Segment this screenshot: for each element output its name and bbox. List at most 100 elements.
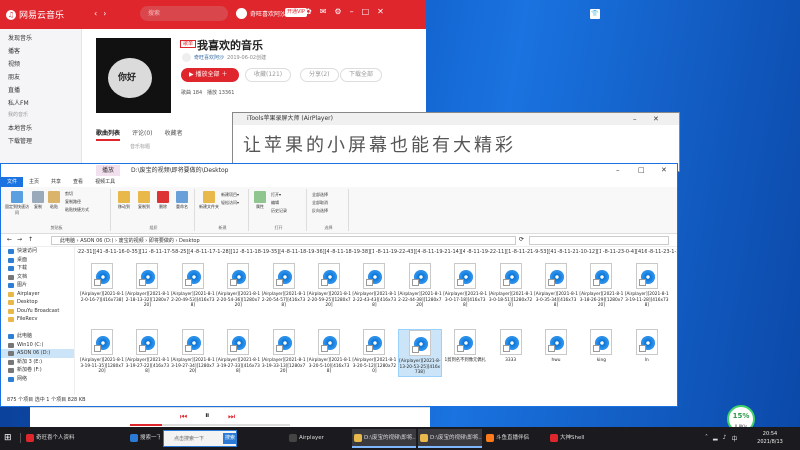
nav-item[interactable]: Win10 (C:) [1,341,74,350]
close-icon[interactable]: ✕ [661,164,667,177]
maximize-icon[interactable]: □ [362,7,370,16]
nav-item[interactable]: FileRecv [1,315,74,324]
close-icon[interactable]: ✕ [377,7,384,16]
file-item[interactable]: [Airplayer][2021-8-12-22-43-43][416x738] [352,263,396,309]
open-button[interactable]: 打开▾ [271,192,281,198]
file-item[interactable]: [Airplayer][2021-8-12-20-54-36][1280x720… [216,263,260,309]
file-item[interactable]: [Airplayer][2021-8-13-19-11-28][416x738] [625,263,669,309]
properties-button[interactable]: 属性 [253,191,267,210]
file-item[interactable]: [Airplayer][2021-8-13-20-5-10][416x738] [307,329,351,375]
pause-icon[interactable]: ⏸ [205,411,210,421]
mail-icon[interactable]: ✉ [320,7,327,16]
forward-button[interactable]: › [103,9,106,18]
file-item[interactable]: [Airplayer][2021-8-12-20-49-53][416x738] [171,263,215,309]
nav-item[interactable]: Desktop [1,298,74,307]
file-name-partial[interactable]: -8-11-18-19-38][1280x720] [330,249,374,255]
move-to-button[interactable]: 移动到 [115,191,133,210]
nav-item[interactable]: 桌面 [1,256,74,265]
forward-arrow-icon[interactable]: → [17,236,22,243]
breadcrumb-item[interactable]: Desktop [179,238,200,244]
playlist-cover[interactable]: 你好 [96,38,171,113]
chevron-up-icon[interactable]: ˄ [705,434,708,443]
new-item-button[interactable]: 新建项目▾ [221,192,239,198]
file-name-partial[interactable]: -8-11-18-19-35][416x738] [240,249,284,255]
paste-button[interactable]: 粘贴 [47,191,61,210]
taskbar-app[interactable]: 斗鱼直播伴侣 [484,429,546,448]
nav-item[interactable]: 网络 [1,375,74,384]
nav-item[interactable]: 新加 3 (E:) [1,358,74,367]
share-button[interactable]: 分享(2) [300,68,339,82]
file-name-partial[interactable]: -8-11-23-0-4][416x738] [603,249,647,255]
refresh-icon[interactable]: ⟳ [519,236,524,243]
file-name-partial[interactable]: -8-11-17-58-25][416x738] [149,249,193,255]
play-all-button[interactable]: ▶ 播放全部 ＋ [181,68,239,82]
up-arrow-icon[interactable]: ↑ [28,236,33,243]
file-item[interactable]: hwu [534,329,578,364]
file-item[interactable]: [Airplayer][2021-8-12-0-16-7][416x738] [80,263,124,303]
history-button[interactable]: 历史记录 [271,208,287,214]
nav-item[interactable]: ASON 06 (D:) [1,349,74,358]
nav-item[interactable]: 图片 [1,281,74,290]
new-folder-button[interactable]: 新建文件夹 [199,191,219,210]
tab-home[interactable]: 主页 [23,177,45,187]
invert-selection-button[interactable]: 反向选择 [312,208,328,214]
creator-avatar[interactable] [182,53,191,62]
close-icon[interactable]: ✕ [653,113,659,125]
taskbar-app[interactable]: 大神Shell [548,429,606,448]
nav-item[interactable]: 文档 [1,273,74,282]
nav-item[interactable]: 新加卷 (F:) [1,366,74,375]
taskbar-search-button[interactable]: 搜索 [223,433,237,444]
download-all-button[interactable]: 下载全部 [340,68,383,82]
sidebar-item[interactable]: 直播 [0,81,81,94]
copy-button[interactable]: 复制 [31,191,45,210]
taskbar-app[interactable]: D:\废宝的视频\即将... [352,429,416,448]
file-name-partial[interactable]: -8-11-17-1-28][1280x720] [194,249,238,255]
volume-icon[interactable]: ♪ [723,434,727,443]
user-name[interactable]: 奇旺喜欢阿沙 [250,9,286,18]
nav-item[interactable]: Airplayer [1,290,74,299]
taskbar-app[interactable]: Airplayer [287,429,349,448]
pin-button[interactable]: 固定到快速访问 [5,191,29,216]
user-profile[interactable]: 奇旺喜欢阿沙 [236,8,286,19]
file-item[interactable]: [Airplayer][2021-8-12-20-59-25][1280x720… [307,263,351,309]
file-name-partial[interactable]: -8-11-18-19-36][416x738] [285,249,329,255]
nav-item[interactable]: 此电脑 [1,332,74,341]
breadcrumb-item[interactable]: 此电脑 [60,238,75,244]
breadcrumb-item[interactable]: 即将要做的 [149,238,174,244]
file-item[interactable]: [Airplayer][2021-8-13-19-27-34][1280x720… [171,329,215,375]
file-item[interactable]: [Airplayer][2021-8-12-18-13-32][1280x720… [125,263,169,309]
minimize-icon[interactable]: – [616,164,620,177]
sidebar-item[interactable]: 视频 [0,55,81,68]
ime-icon[interactable]: 中 [731,434,737,443]
file-item[interactable]: king [579,329,623,364]
settings-icon[interactable]: ⚙ [334,7,341,16]
creator-name[interactable]: 奇旺喜欢阿沙 [194,54,224,61]
breadcrumb-item[interactable]: ASON 06 (D:) [80,238,113,244]
taskbar-app[interactable]: D:\废宝的视频\即将... [418,429,482,448]
avatar[interactable] [236,8,247,19]
sidebar-item[interactable]: 下载管理 [0,132,81,145]
file-name-partial[interactable]: -8-11-19-21-14][416x738] [421,249,465,255]
nav-item[interactable]: DouYu Broadcast [1,307,74,316]
minimize-icon[interactable]: – [350,7,354,16]
file-item[interactable]: [Airplayer][2021-8-13-0-18-51][1280x720] [489,263,533,309]
file-item[interactable]: [Airplayer][2021-8-13-18-26-29][1280x720… [579,263,623,309]
file-item[interactable]: [Airplayer][2021-8-13-19-27-22][416x738] [125,329,169,375]
folder-search-input[interactable] [529,236,669,245]
prev-icon[interactable]: ⏮ [180,412,187,422]
file-item[interactable]: [Airplayer][2021-8-13-19-11-35][1280x720… [80,329,124,375]
clock[interactable]: 20:54 2021/8/13 [748,430,792,446]
file-name-partial[interactable]: -8-11-23-1-10][1280x720] [648,249,677,255]
tab-video-tools[interactable]: 视频工具 [89,177,121,187]
tab-share[interactable]: 共享 [45,177,67,187]
file-item[interactable]: [Airplayer][2021-8-13-20-53-25][416x738] [397,329,442,377]
tab-songs[interactable]: 歌曲列表 [96,128,121,141]
file-item[interactable]: [Airplayer][2021-8-13-20-5-12][1280x720] [352,329,396,375]
start-button[interactable]: ⊞ [4,433,14,443]
file-name-partial[interactable]: -8-11-21-9-53][416x738] [512,249,556,255]
copy-to-button[interactable]: 复制到 [135,191,153,210]
back-button[interactable]: ‹ [94,9,97,18]
nav-item[interactable]: 快速访问 [1,247,74,256]
select-none-button[interactable]: 全部取消 [312,200,328,206]
tab-file[interactable]: 文件 [1,177,24,187]
